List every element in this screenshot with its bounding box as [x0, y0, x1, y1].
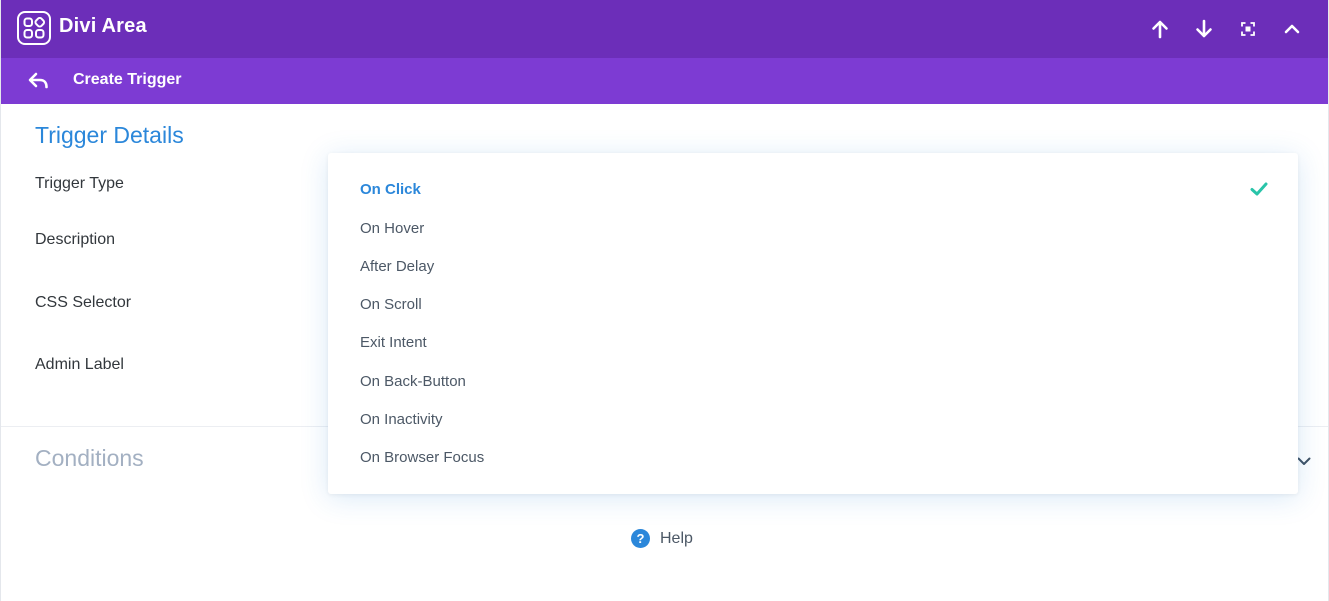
- modal-header: Divi Area: [1, 0, 1328, 58]
- option-label: After Delay: [360, 257, 435, 275]
- help-link[interactable]: ? Help: [631, 529, 693, 548]
- trigger-type-label: Trigger Type: [35, 175, 124, 192]
- option-label: On Inactivity: [360, 410, 443, 428]
- move-down-button[interactable]: [1182, 14, 1226, 44]
- option-label: On Scroll: [360, 295, 422, 313]
- check-icon: [1250, 182, 1268, 196]
- sub-header: Create Trigger: [1, 58, 1328, 104]
- header-actions: [1138, 14, 1314, 44]
- trigger-details-title[interactable]: Trigger Details: [35, 122, 184, 149]
- option-label: On Click: [360, 180, 421, 198]
- dropdown-option-after-delay[interactable]: After Delay: [328, 247, 1298, 285]
- dropdown-option-on-hover[interactable]: On Hover: [328, 209, 1298, 247]
- dropdown-option-on-inactivity[interactable]: On Inactivity: [328, 400, 1298, 438]
- css-selector-label: CSS Selector: [35, 294, 132, 311]
- collapse-button[interactable]: [1270, 14, 1314, 44]
- divi-area-logo-icon: [17, 11, 51, 45]
- conditions-toggle[interactable]: Conditions: [35, 445, 144, 472]
- description-label: Description: [35, 231, 116, 248]
- option-label: On Back-Button: [360, 372, 466, 390]
- dropdown-option-on-click[interactable]: On Click: [328, 170, 1298, 208]
- trigger-type-dropdown: On Click On Hover After Delay On Scroll …: [328, 153, 1298, 494]
- page-title: Create Trigger: [73, 71, 182, 88]
- expand-button[interactable]: [1226, 14, 1270, 44]
- help-icon: ?: [631, 529, 650, 548]
- help-label: Help: [660, 529, 693, 547]
- option-label: On Hover: [360, 219, 425, 237]
- option-label: Exit Intent: [360, 333, 427, 351]
- move-up-button[interactable]: [1138, 14, 1182, 44]
- back-arrow-icon: [28, 72, 48, 89]
- option-label: On Browser Focus: [360, 448, 485, 466]
- back-button[interactable]: [27, 70, 51, 92]
- dropdown-option-on-back-button[interactable]: On Back-Button: [328, 362, 1298, 400]
- dropdown-option-on-browser-focus[interactable]: On Browser Focus: [328, 438, 1298, 476]
- divi-area-modal: Divi Area Create Trigger Trigger Details…: [0, 0, 1329, 601]
- expand-icon: [1241, 22, 1255, 36]
- arrow-down-icon: [1196, 19, 1212, 38]
- chevron-up-icon: [1284, 24, 1300, 34]
- dropdown-option-exit-intent[interactable]: Exit Intent: [328, 323, 1298, 361]
- dropdown-option-on-scroll[interactable]: On Scroll: [328, 285, 1298, 323]
- admin-label-label: Admin Label: [35, 356, 124, 373]
- app-title: Divi Area: [59, 15, 147, 37]
- arrow-up-icon: [1152, 20, 1168, 39]
